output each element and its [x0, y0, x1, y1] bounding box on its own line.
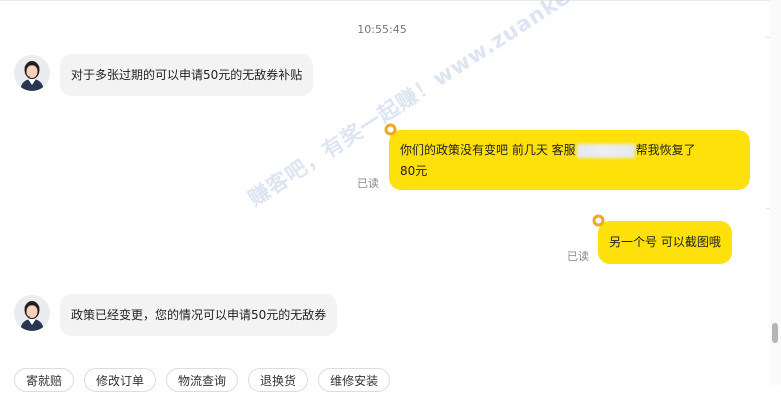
quick-reply-button[interactable]: 维修安装 [318, 368, 391, 392]
agent-avatar [14, 295, 50, 331]
quick-reply-button[interactable]: 物流查询 [166, 368, 239, 392]
status-badge-icon [384, 123, 397, 136]
chat-scrollbar[interactable] [770, 0, 781, 385]
user-message-bubble: 另一个号 可以截图哦 [598, 221, 732, 264]
user-message-line: 80元 [400, 164, 428, 178]
top-divider [0, 0, 781, 1]
quick-reply-bar: 寄就赔 修改订单 物流查询 退换货 维修安装 [14, 368, 391, 392]
scrollbar-thumb[interactable] [772, 323, 778, 343]
status-badge-icon [592, 214, 605, 227]
read-receipt: 已读 [567, 250, 589, 263]
quick-reply-button[interactable]: 修改订单 [84, 368, 157, 392]
user-message-bubble: 你们的政策没有变吧 前几天 客服 帮我恢复了 80元 [389, 130, 750, 190]
quick-reply-button[interactable]: 退换货 [248, 368, 309, 392]
user-message-line: 你们的政策没有变吧 前几天 客服 帮我恢复了 [400, 143, 696, 158]
agent-message-bubble: 政策已经变更，您的情况可以申请50元的无敌券 [60, 294, 338, 336]
quick-reply-button[interactable]: 寄就赔 [14, 368, 75, 392]
redacted-name-blur [576, 143, 635, 158]
read-receipt: 已读 [357, 177, 379, 190]
agent-message-bubble: 对于多张过期的可以申请50元的无敌券补贴 [60, 54, 314, 96]
agent-avatar [14, 55, 50, 91]
message-timestamp: 10:55:45 [357, 23, 407, 36]
